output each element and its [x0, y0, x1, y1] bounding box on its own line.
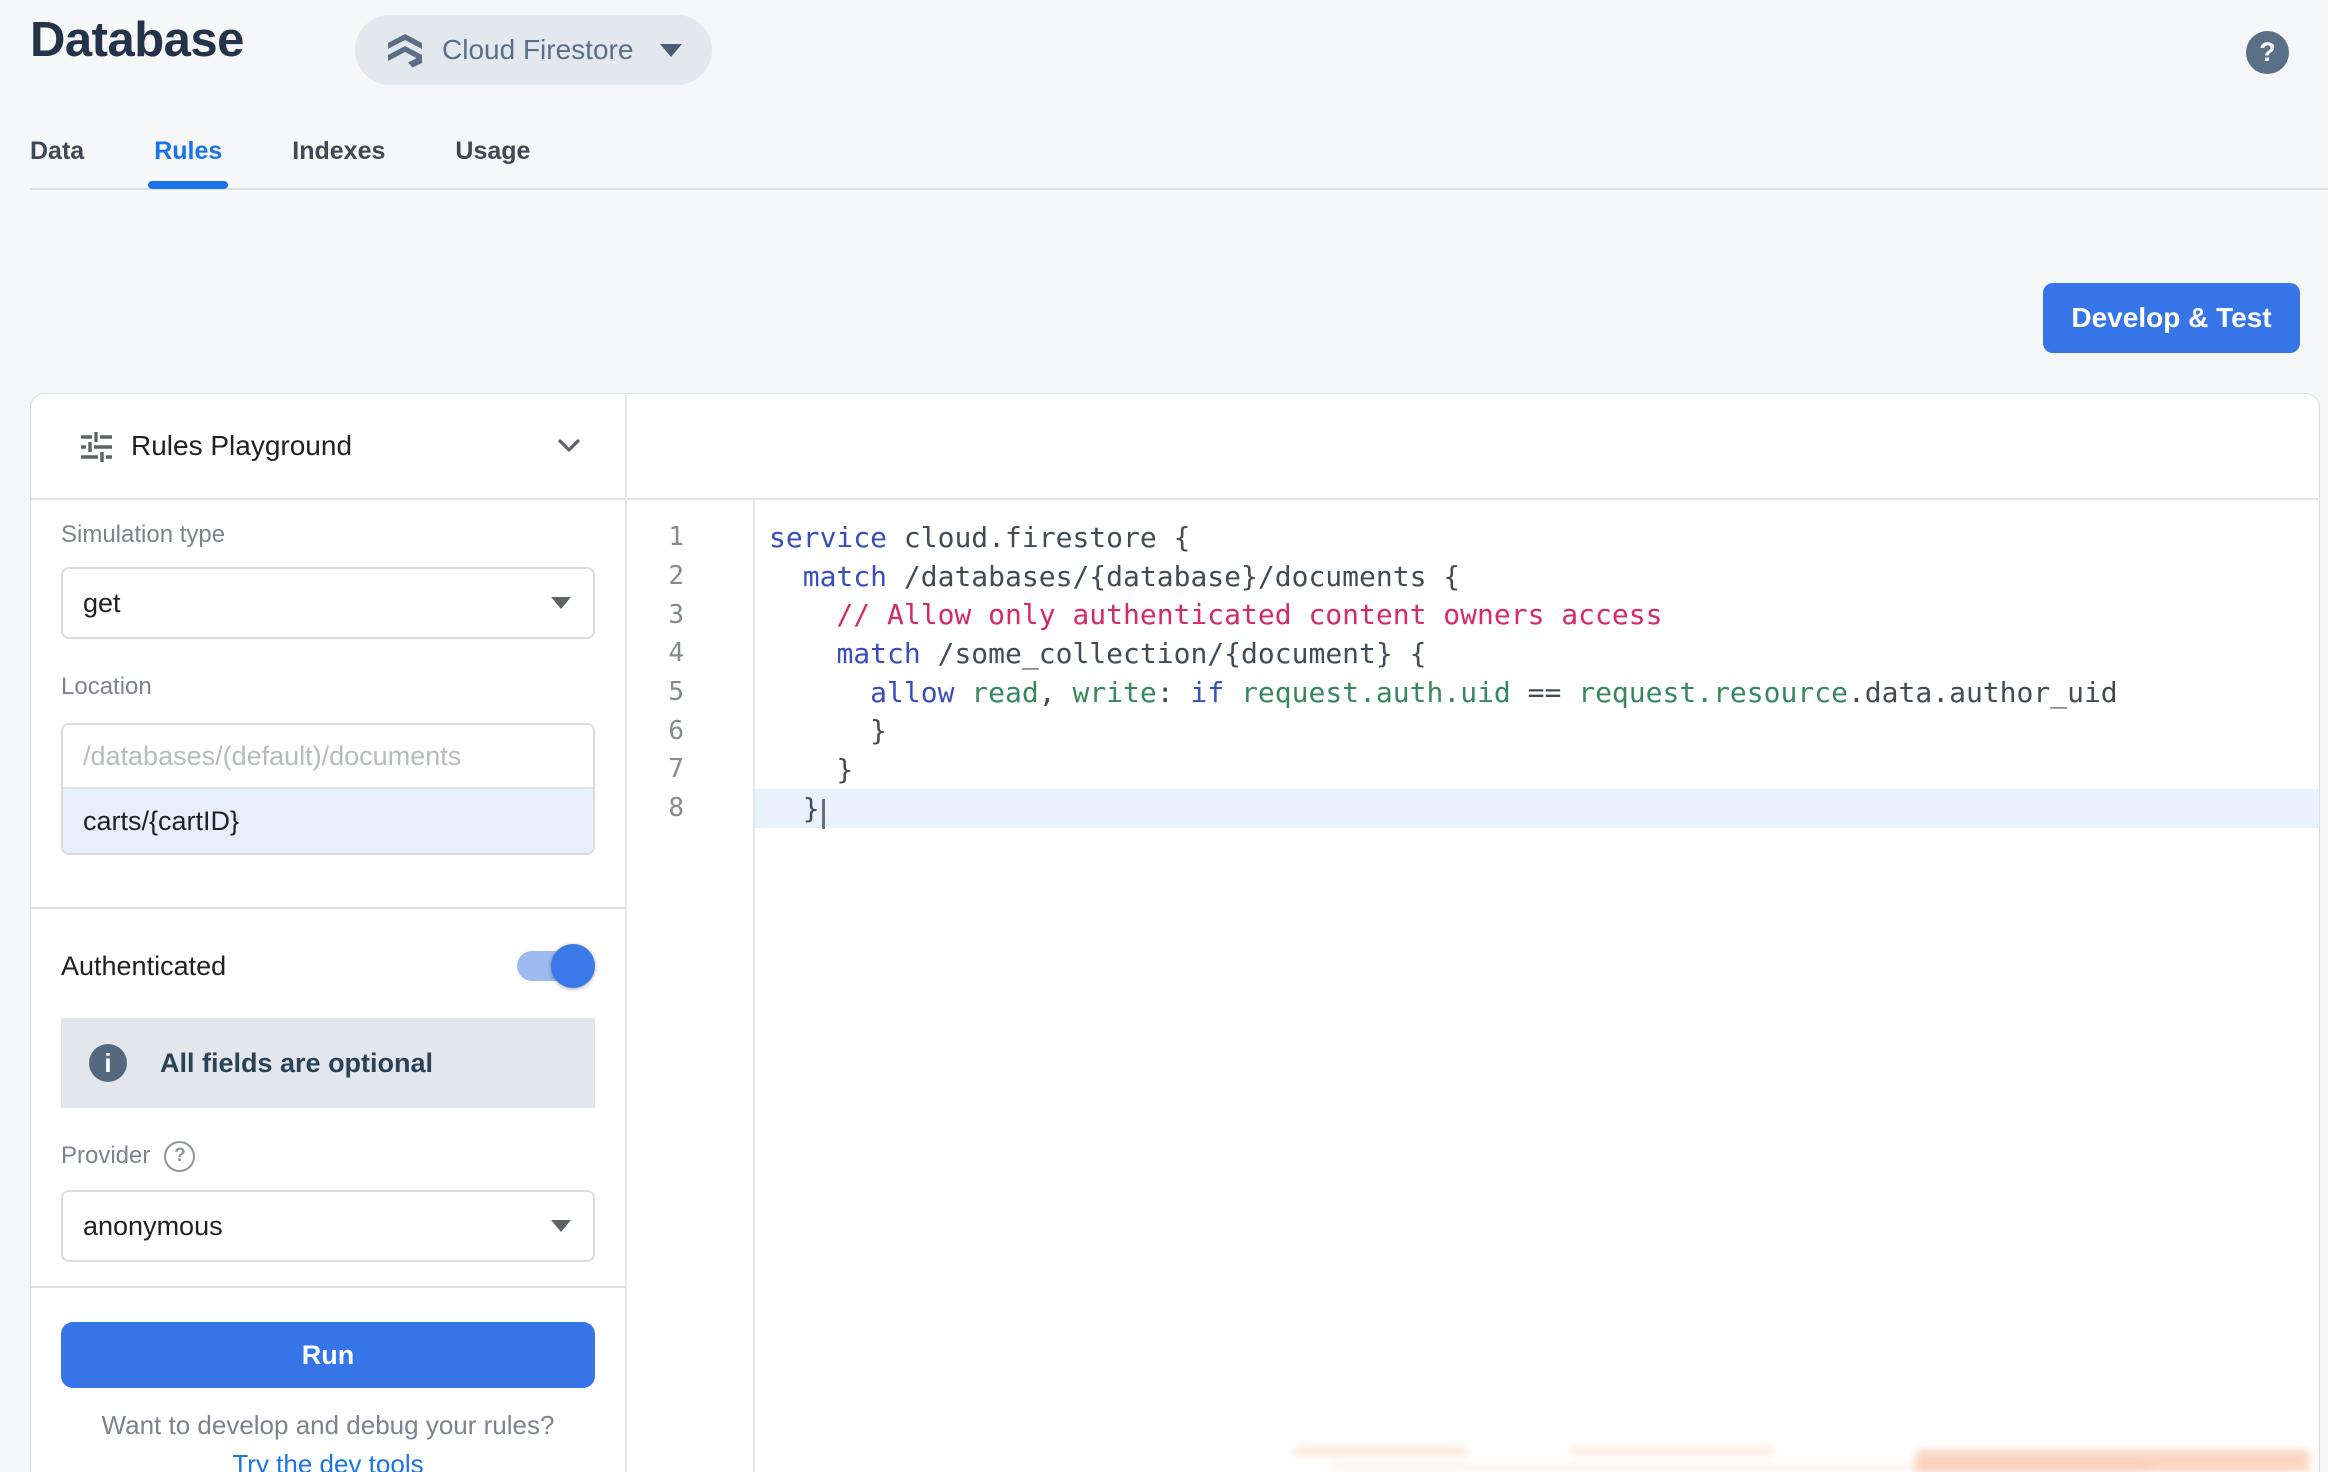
- page-title: Database: [30, 12, 244, 68]
- code-text: }: [753, 789, 2319, 828]
- select-caret-icon: [551, 597, 571, 609]
- gutter-separator: [753, 500, 755, 1472]
- line-number: 3: [627, 600, 753, 630]
- location-label: Location: [61, 673, 595, 701]
- code-line[interactable]: 7 }: [627, 750, 2319, 789]
- provider-help-icon[interactable]: ?: [164, 1141, 195, 1172]
- help-icon: ?: [2259, 37, 2276, 68]
- chevron-down-icon[interactable]: [553, 430, 585, 462]
- tune-icon: [79, 429, 114, 464]
- code-line[interactable]: 5 allow read, write: if request.auth.uid…: [627, 673, 2319, 712]
- code-text: service cloud.firestore {: [753, 518, 2319, 557]
- dropdown-caret-icon: [660, 44, 682, 57]
- info-icon: i: [89, 1044, 127, 1082]
- code-line[interactable]: 1service cloud.firestore {: [627, 518, 2319, 557]
- code-text: }: [753, 750, 2319, 789]
- line-number: 1: [627, 522, 753, 552]
- toggle-knob: [551, 944, 595, 988]
- editor-toolbar: [627, 394, 2319, 500]
- product-switcher[interactable]: Cloud Firestore: [355, 15, 712, 85]
- tab-usage[interactable]: Usage: [455, 114, 530, 188]
- code-text: }: [753, 711, 2319, 750]
- divider: [31, 907, 625, 909]
- simulation-type-label: Simulation type: [61, 521, 595, 549]
- text-cursor: [822, 799, 825, 829]
- code-line[interactable]: 3 // Allow only authenticated content ow…: [627, 595, 2319, 634]
- rules-playground-panel: Simulation type get Location /databases/…: [31, 500, 627, 1472]
- simulation-type-select[interactable]: get: [61, 567, 595, 639]
- firestore-icon: [385, 30, 425, 70]
- code-line[interactable]: 6 }: [627, 711, 2319, 750]
- product-switcher-label: Cloud Firestore: [442, 34, 633, 66]
- line-number: 8: [627, 793, 753, 823]
- code-text: allow read, write: if request.auth.uid =…: [753, 673, 2319, 712]
- code-line[interactable]: 2 match /databases/{database}/documents …: [627, 557, 2319, 596]
- simulation-type-value: get: [83, 588, 121, 619]
- tab-bar: Data Rules Indexes Usage: [30, 114, 2328, 190]
- code-line[interactable]: 8 }: [627, 789, 2319, 828]
- develop-test-button[interactable]: Develop & Test: [2043, 283, 2300, 353]
- provider-label: Provider: [61, 1142, 150, 1170]
- line-number: 4: [627, 638, 753, 668]
- line-number: 2: [627, 561, 753, 591]
- info-banner-text: All fields are optional: [160, 1048, 433, 1079]
- footer-question: Want to develop and debug your rules?: [61, 1410, 595, 1441]
- help-button[interactable]: ?: [2246, 31, 2289, 74]
- rules-card: Rules Playground Simulation type get Loc…: [30, 393, 2320, 1472]
- authenticated-toggle[interactable]: [517, 951, 591, 981]
- line-number: 5: [627, 677, 753, 707]
- tab-rules[interactable]: Rules: [154, 114, 222, 188]
- playground-header[interactable]: Rules Playground: [31, 394, 627, 500]
- divider: [31, 1286, 625, 1288]
- provider-select[interactable]: anonymous: [61, 1190, 595, 1262]
- location-placeholder-row[interactable]: /databases/(default)/documents: [63, 725, 593, 789]
- line-number: 6: [627, 716, 753, 746]
- line-number: 7: [627, 754, 753, 784]
- location-path-value[interactable]: carts/{cartID}: [63, 789, 593, 853]
- rules-code-editor[interactable]: 1service cloud.firestore {2 match /datab…: [627, 500, 2319, 1472]
- code-line[interactable]: 4 match /some_collection/{document} {: [627, 634, 2319, 673]
- info-banner: i All fields are optional: [61, 1018, 595, 1108]
- playground-title: Rules Playground: [131, 430, 352, 462]
- dev-tools-link[interactable]: Try the dev tools: [232, 1449, 423, 1472]
- select-caret-icon: [551, 1220, 571, 1232]
- authenticated-label: Authenticated: [61, 951, 226, 982]
- provider-value: anonymous: [83, 1211, 223, 1242]
- code-text: // Allow only authenticated content owne…: [753, 595, 2319, 634]
- tab-data[interactable]: Data: [30, 114, 84, 188]
- code-lines: 1service cloud.firestore {2 match /datab…: [627, 518, 2319, 828]
- code-text: match /some_collection/{document} {: [753, 634, 2319, 673]
- tab-indexes[interactable]: Indexes: [292, 114, 385, 188]
- location-input: /databases/(default)/documents carts/{ca…: [61, 723, 595, 855]
- run-button[interactable]: Run: [61, 1322, 595, 1388]
- code-text: match /databases/{database}/documents {: [753, 557, 2319, 596]
